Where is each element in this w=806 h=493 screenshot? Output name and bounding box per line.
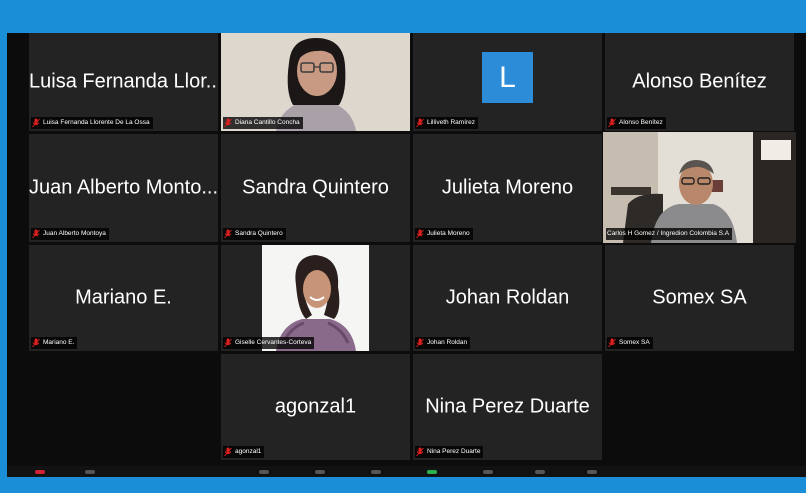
participant-tile[interactable]: Luisa Fernanda Llor... Luisa Fernanda Ll… — [29, 33, 218, 131]
participant-tile[interactable]: Mariano E. Mariano E. — [29, 245, 218, 351]
participants-icon[interactable] — [315, 470, 325, 474]
participant-label: Nina Perez Duarte — [415, 446, 484, 458]
participant-label: Alonso Benítez — [607, 117, 666, 129]
participant-label-text: Somex SA — [619, 339, 650, 346]
participant-label-text: agonzal1 — [235, 448, 262, 455]
mic-muted-icon — [416, 338, 424, 348]
mic-muted-icon — [32, 229, 40, 239]
mic-muted-icon — [416, 229, 424, 239]
apps-icon[interactable] — [587, 470, 597, 474]
participant-name: Nina Perez Duarte — [425, 395, 590, 418]
participant-tile[interactable]: Julieta Moreno Julieta Moreno — [413, 134, 602, 242]
participant-label-text: Nina Perez Duarte — [427, 448, 481, 455]
video-gallery: Luisa Fernanda Llor... Luisa Fernanda Ll… — [7, 33, 806, 477]
participant-label-text: Johan Roldan — [427, 339, 468, 346]
mute-icon[interactable] — [35, 470, 45, 474]
security-icon[interactable] — [259, 470, 269, 474]
participant-tile[interactable]: Sandra Quintero Sandra Quintero — [221, 134, 410, 242]
mic-muted-icon — [416, 118, 424, 128]
reactions-icon[interactable] — [535, 470, 545, 474]
participant-label: Johan Roldan — [415, 337, 471, 349]
mic-muted-icon — [224, 447, 232, 457]
participant-tile[interactable]: L Lilliveth Ramírez — [413, 33, 602, 131]
participant-label: Carlos H Gomez / Ingredion Colombia S.A — [606, 228, 733, 240]
chat-icon[interactable] — [371, 470, 381, 474]
participant-label: Juan Alberto Montoya — [31, 228, 109, 240]
participant-label-text: Mariano E. — [43, 339, 75, 346]
participant-tile[interactable]: agonzal1 agonzal1 — [221, 354, 410, 460]
participant-name: Johan Roldan — [445, 286, 570, 309]
avatar: L — [482, 52, 533, 103]
mic-muted-icon — [224, 229, 232, 239]
participant-name: Mariano E. — [75, 286, 172, 309]
participant-label: Luisa Fernanda Llorente De La Ossa — [31, 117, 153, 129]
participant-label-text: Alonso Benítez — [619, 119, 663, 126]
participant-label-text: Carlos H Gomez / Ingredion Colombia S.A — [607, 230, 730, 237]
participant-label-text: Diana Cantillo Concha — [235, 119, 300, 126]
participant-name: Luisa Fernanda Llor... — [29, 70, 218, 93]
participant-tile[interactable]: Alonso Benítez Alonso Benítez — [605, 33, 794, 131]
participant-tile[interactable]: Nina Perez Duarte Nina Perez Duarte — [413, 354, 602, 460]
participant-label: Somex SA — [607, 337, 653, 349]
participant-label-text: Sandra Quintero — [235, 230, 283, 237]
participant-label-text: Luisa Fernanda Llorente De La Ossa — [43, 119, 150, 126]
share-screen-icon[interactable] — [427, 470, 437, 474]
participant-label-text: Julieta Moreno — [427, 230, 470, 237]
participant-tile[interactable]: Somex SA Somex SA — [605, 245, 794, 351]
mic-muted-icon — [224, 118, 232, 128]
participant-name: Sandra Quintero — [242, 176, 389, 199]
participant-label: Julieta Moreno — [415, 228, 473, 240]
participant-video — [603, 132, 796, 243]
mic-muted-icon — [32, 338, 40, 348]
participant-video — [262, 245, 369, 351]
mic-muted-icon — [608, 118, 616, 128]
participant-label: Mariano E. — [31, 337, 78, 349]
mic-muted-icon — [224, 338, 232, 348]
participant-tile-active-speaker[interactable]: Carlos H Gomez / Ingredion Colombia S.A — [603, 132, 796, 243]
participant-name: Somex SA — [652, 286, 747, 309]
participant-tile[interactable]: Juan Alberto Monto... Juan Alberto Monto… — [29, 134, 218, 242]
participant-tile[interactable]: Johan Roldan Johan Roldan — [413, 245, 602, 351]
record-icon[interactable] — [483, 470, 493, 474]
participant-name: Julieta Moreno — [441, 176, 574, 199]
participant-label-text: Juan Alberto Montoya — [43, 230, 106, 237]
video-icon[interactable] — [85, 470, 95, 474]
participant-label: agonzal1 — [223, 446, 265, 458]
participant-name: Alonso Benítez — [632, 70, 767, 93]
window-border-bottom — [0, 477, 806, 493]
mic-muted-icon — [416, 447, 424, 457]
participant-label: Diana Cantillo Concha — [223, 117, 303, 129]
participant-label: Giselle Cervantes-Corteva — [223, 337, 315, 349]
participant-label: Lilliveth Ramírez — [415, 117, 479, 129]
participant-label-text: Giselle Cervantes-Corteva — [235, 339, 312, 346]
participant-name: Juan Alberto Monto... — [29, 176, 218, 199]
participant-name: agonzal1 — [274, 395, 357, 418]
participant-label-text: Lilliveth Ramírez — [427, 119, 476, 126]
mic-muted-icon — [32, 118, 40, 128]
participant-label: Sandra Quintero — [223, 228, 286, 240]
mic-muted-icon — [608, 338, 616, 348]
participant-tile[interactable]: Giselle Cervantes-Corteva — [221, 245, 410, 351]
meeting-toolbar[interactable] — [7, 466, 806, 477]
participant-tile[interactable]: Diana Cantillo Concha — [221, 33, 410, 131]
